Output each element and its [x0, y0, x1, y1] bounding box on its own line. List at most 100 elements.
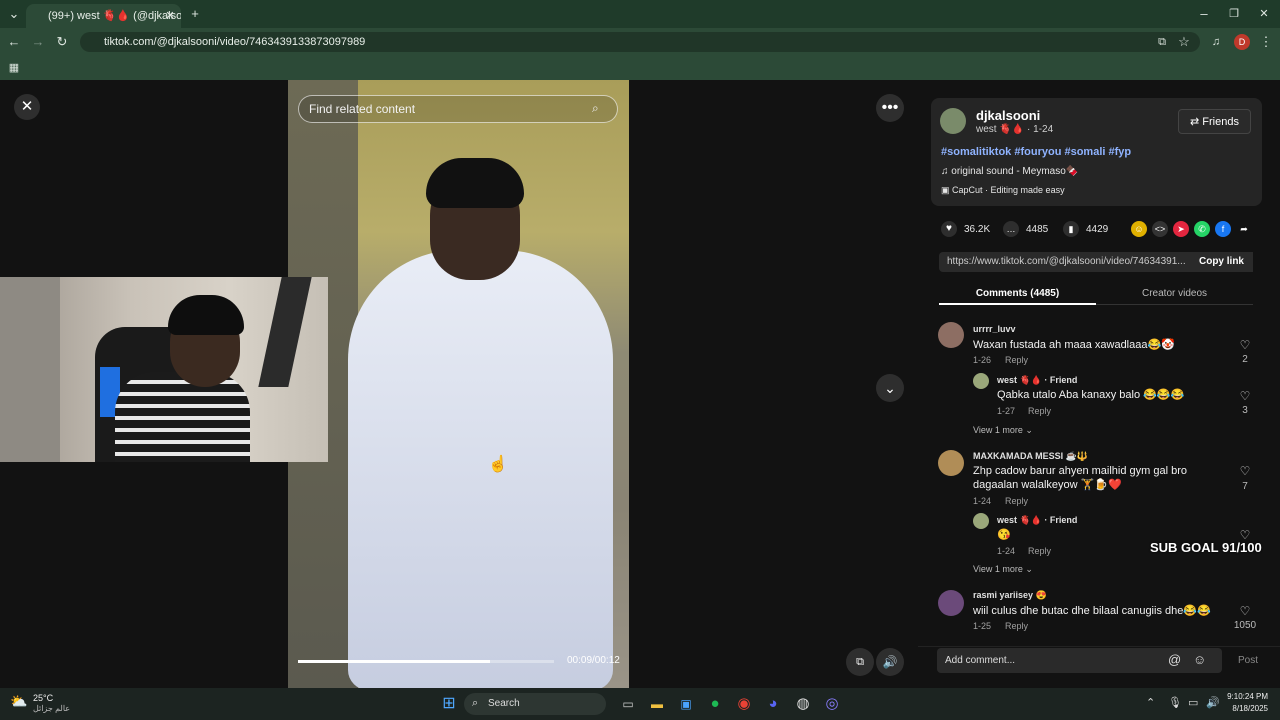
save-count: 4429 [1086, 224, 1109, 235]
comment-like-count: 2 [1242, 354, 1248, 365]
reply-button[interactable]: Reply [1028, 406, 1051, 416]
reply-button[interactable]: Reply [1005, 621, 1028, 631]
webcam-overlay [0, 277, 328, 462]
close-window-icon[interactable]: ✕ [1254, 4, 1274, 24]
related-content-search[interactable]: Find related content [298, 95, 618, 123]
restore-icon[interactable]: ❐ [1224, 4, 1244, 24]
comment-count: 4485 [1026, 224, 1049, 235]
video-player[interactable] [288, 80, 629, 688]
like-count: 36.2K [964, 224, 991, 235]
avatar[interactable] [973, 373, 989, 389]
mention-icon[interactable]: @ [1168, 652, 1181, 667]
bookmark-star-icon[interactable]: ☆ [1174, 32, 1194, 52]
comment-text: Qabka utalo Aba kanaxy balo 😂😂😂 [997, 389, 1185, 401]
menu-icon[interactable]: ⋮ [1256, 32, 1276, 52]
comment-like-icon[interactable]: ♡ [1233, 604, 1257, 618]
view-more-label: View 1 more [973, 564, 1023, 574]
avatar[interactable] [938, 322, 964, 348]
sub-goal-overlay: SUB GOAL 91/100 [1150, 540, 1262, 555]
discord-icon[interactable]: ◕ [762, 693, 784, 715]
reply-button[interactable]: Reply [1028, 546, 1051, 556]
clock-time[interactable]: 9:10:24 PM [1226, 692, 1268, 701]
weather-icon[interactable]: ⛅ [10, 693, 27, 710]
store-icon[interactable]: ▣ [675, 693, 697, 715]
close-tab-icon[interactable]: ✕ [160, 6, 180, 26]
comment-like-icon[interactable]: ♡ [1233, 338, 1257, 352]
video-progress-bar[interactable] [298, 660, 554, 663]
sound-text: original sound - Meymaso🍫 [951, 166, 1079, 177]
tab-search-icon[interactable]: ⌄ [4, 4, 24, 24]
capcut-row[interactable]: ▣ CapCut · Editing made easy [941, 185, 1065, 196]
file-explorer-icon[interactable]: ▬ [646, 693, 668, 715]
close-video-icon[interactable]: ✕ [14, 94, 40, 120]
speaker-icon[interactable]: 🔊 [1206, 696, 1220, 709]
media-control-icon[interactable]: ♫ [1206, 32, 1226, 52]
comment-like-icon[interactable]: ♡ [1233, 464, 1257, 478]
view-more-replies[interactable]: View 1 more ⌄ [973, 564, 1033, 575]
cam-shirt [115, 372, 250, 462]
like-icon[interactable]: ♥ [941, 221, 957, 237]
comment-user[interactable]: west 🫀🩸 · Friend [997, 375, 1077, 386]
profile-avatar[interactable]: D [1234, 34, 1250, 50]
bookmark-icon[interactable]: ▮ [1063, 221, 1079, 237]
share-icon[interactable]: ➦ [1236, 221, 1252, 237]
app-icon[interactable]: ◎ [821, 693, 843, 715]
reload-icon[interactable]: ↻ [52, 32, 72, 52]
embed-icon[interactable]: <> [1152, 221, 1168, 237]
send-icon[interactable]: ➤ [1173, 221, 1189, 237]
emoji-icon[interactable]: ☺ [1193, 652, 1206, 667]
friends-button[interactable]: ⇄ Friends [1178, 109, 1251, 134]
avatar[interactable] [938, 590, 964, 616]
taskbar-search-icon: ⌕ [472, 697, 479, 709]
microphone-icon[interactable]: 🎙 [1168, 696, 1182, 709]
spotify-icon[interactable]: ● [704, 693, 726, 715]
steam-icon[interactable]: ◍ [792, 693, 814, 715]
chrome-icon[interactable]: ◉ [733, 693, 755, 715]
new-tab-icon[interactable]: + [185, 4, 205, 24]
next-video-icon[interactable]: ⌄ [876, 374, 904, 402]
apps-grid-icon[interactable]: ▦ [4, 58, 24, 78]
miniplayer-icon[interactable]: ⧉ [846, 648, 874, 676]
search-icon[interactable]: ⌕ [592, 101, 599, 116]
author-avatar[interactable] [940, 108, 966, 134]
minimize-icon[interactable]: – [1194, 4, 1214, 24]
clock-date[interactable]: 8/18/2025 [1226, 704, 1268, 713]
comment-like-count: 7 [1242, 481, 1248, 492]
back-icon[interactable]: ← [4, 32, 24, 52]
progress-fill [298, 660, 490, 663]
forward-icon[interactable]: → [28, 32, 48, 52]
taskbar-search[interactable]: Search [464, 693, 606, 715]
comment-date: 1-26 [973, 355, 992, 365]
comment-icon[interactable]: … [1003, 221, 1019, 237]
facebook-icon[interactable]: f [1215, 221, 1231, 237]
install-icon[interactable]: ⧉ [1152, 32, 1172, 52]
comment-text: Waxan fustada ah maaa xawadlaaa😂🤡 [973, 339, 1175, 351]
browser-tab[interactable]: (99+) west 🫀🩸 (@djkalso [26, 4, 181, 28]
hashtags[interactable]: #somalitiktok #fouryou #somali #fyp [941, 146, 1131, 158]
tab-creator-videos[interactable]: Creator videos [1096, 285, 1253, 305]
more-options-icon[interactable]: ••• [876, 94, 904, 122]
avatar[interactable] [973, 513, 989, 529]
avatar[interactable] [938, 450, 964, 476]
comment-user[interactable]: west 🫀🩸 · Friend [997, 515, 1077, 526]
comment-user[interactable]: rasmi yariisey 😍 [973, 590, 1047, 601]
start-icon[interactable]: ⊞ [438, 693, 460, 715]
task-view-icon[interactable]: ▭ [617, 693, 639, 715]
author-name[interactable]: djkalsooni [976, 108, 1040, 123]
address-bar[interactable]: tiktok.com/@djkalsooni/video/74634391338… [80, 32, 1200, 52]
copy-link-button[interactable]: Copy link [1190, 252, 1253, 272]
view-more-replies[interactable]: View 1 more ⌄ [973, 425, 1033, 436]
volume-icon[interactable]: 🔊 [876, 648, 904, 676]
reply-button[interactable]: Reply [1005, 355, 1028, 365]
whatsapp-icon[interactable]: ✆ [1194, 221, 1210, 237]
comment-user[interactable]: MAXKAMADA MESSI ☕🔱 [973, 451, 1088, 462]
friends-share-icon[interactable]: ☺ [1131, 221, 1147, 237]
tab-comments[interactable]: Comments (4485) [939, 285, 1096, 305]
comment-like-icon[interactable]: ♡ [1233, 389, 1257, 403]
network-icon[interactable]: ▭ [1188, 696, 1198, 709]
sound-row[interactable]: ♫ original sound - Meymaso🍫 [941, 166, 1078, 177]
comment-user[interactable]: urrrr_luvv [973, 324, 1016, 334]
reply-button[interactable]: Reply [1005, 496, 1028, 506]
post-button[interactable]: Post [1238, 655, 1258, 666]
tray-chevron-icon[interactable]: ⌃ [1146, 696, 1155, 709]
